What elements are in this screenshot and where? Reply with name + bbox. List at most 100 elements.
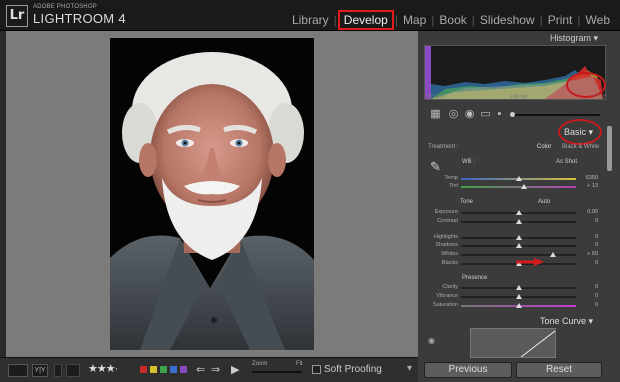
module-bar: Lr ADOBE PHOTOSHOP LIGHTROOM 4 Library |… [0,0,620,31]
tone-label: Tone [460,199,474,205]
brand-subtitle: ADOBE PHOTOSHOP [33,4,97,10]
contrast-slider-thumb[interactable] [515,219,522,224]
module-slideshow[interactable]: Slideshow [476,13,539,27]
previous-photo-icon[interactable]: ⇐ [196,363,205,376]
crop-overlay-icon[interactable]: ▦ [430,109,441,120]
wb-label: WB : [462,159,475,165]
white-balance-dropper-icon[interactable]: ✎ [430,159,441,175]
rating-stars[interactable]: ★★★· [88,362,118,375]
highlights-value[interactable]: 0 [582,234,598,240]
color-label-red[interactable] [140,366,147,373]
module-book[interactable]: Book [435,13,470,27]
highlights-label: Highlights [433,234,458,240]
iso-value: ISO 100 [426,94,445,100]
module-library[interactable]: Library [288,13,333,27]
module-web[interactable]: Web [582,13,614,27]
wb-value[interactable]: As Shot [556,159,577,165]
module-develop[interactable]: Develop [337,10,394,30]
annotation-circle-basic [558,119,602,145]
play-icon[interactable]: ▶ [231,363,239,376]
before-after-mode-icon[interactable] [54,364,62,377]
zoom-slider[interactable] [252,371,302,373]
clarity-label: Clarity [442,284,458,290]
loupe-view-button[interactable] [8,364,28,377]
saturation-slider-thumb[interactable] [515,303,522,308]
left-panel-collapsed[interactable] [0,31,6,357]
contrast-value[interactable]: 0 [582,218,598,224]
before-after-button[interactable]: Y|Y [32,364,48,377]
panel-scrollbar[interactable] [607,126,612,171]
blacks-value[interactable]: 0 [582,260,598,266]
lightroom-logo-icon: Lr [6,5,28,27]
tone-curve-header[interactable]: Tone Curve ▾ [540,316,593,327]
brand-title: LIGHTROOM 4 [33,11,126,26]
color-label-yellow[interactable] [150,366,157,373]
treatment-color-option[interactable]: Color [537,144,551,150]
whites-slider[interactable] [461,254,576,256]
bottom-toolbar: Y|Y ★★★· ⇐ ⇒ ▶ Zoom Fit Soft Proofing ▾ [0,357,418,382]
clarity-slider-thumb[interactable] [515,285,522,290]
tint-slider[interactable] [461,186,576,188]
color-label-green[interactable] [160,366,167,373]
swap-settings-icon[interactable] [66,364,80,377]
shadows-slider-thumb[interactable] [515,243,522,248]
whites-label: Whites [441,251,458,257]
tint-slider-thumb[interactable] [521,184,528,189]
treatment-bw-option[interactable]: Black & White [562,144,599,150]
module-picker: Library | Develop | Map | Book | Slidesh… [288,10,614,30]
treatment-label: Treatment : [428,144,459,150]
exposure-value[interactable]: 0.00 [582,209,598,215]
previous-button[interactable]: Previous [424,362,512,378]
red-eye-icon[interactable]: ◉ [464,109,475,120]
vibrance-slider-thumb[interactable] [515,294,522,299]
saturation-value[interactable]: 0 [582,302,598,308]
graduated-filter-icon[interactable]: ▭ [480,109,491,120]
tint-value[interactable]: + 13 [582,183,598,189]
whites-value[interactable]: + 60 [582,251,598,257]
portrait-image [110,38,314,350]
shutter-value: 1/60 sec [509,94,529,100]
module-map[interactable]: Map [399,13,430,27]
tone-auto-button[interactable]: Auto [538,199,550,205]
next-photo-icon[interactable]: ⇒ [211,363,220,376]
vibrance-value[interactable]: 0 [582,293,598,299]
tone-curve-line [520,330,556,358]
toolbar-menu-chevron-icon[interactable]: ▾ [407,363,412,374]
presence-label: Presence [462,275,488,281]
shadows-label: Shadows [435,242,458,248]
clarity-value[interactable]: 0 [582,284,598,290]
shadows-value[interactable]: 0 [582,242,598,248]
contrast-label: Contrast [437,218,458,224]
soft-proofing-label: Soft Proofing [324,364,382,375]
saturation-label: Saturation [432,302,458,308]
adjustment-brush-track[interactable] [512,114,600,116]
temp-slider-thumb[interactable] [515,176,522,181]
exposure-slider-thumb[interactable] [515,210,522,215]
vibrance-label: Vibrance [436,293,458,299]
aperture-value: f / 2.8 [593,94,606,100]
whites-slider-thumb[interactable] [550,252,556,257]
histogram-header[interactable]: Histogram ▾ [418,33,612,45]
temp-label: Temp [444,175,458,181]
temp-value[interactable]: 6350 [582,175,598,181]
collapse-triangle-icon[interactable]: ▾ [593,33,598,43]
reset-button[interactable]: Reset [516,362,602,378]
portrait-photo[interactable] [110,38,314,350]
highlights-slider-thumb[interactable] [515,235,522,240]
spot-removal-icon[interactable]: ◎ [448,109,459,120]
target-adjust-icon[interactable]: ◉ [428,336,435,345]
radial-filter-icon[interactable]: ▪ [494,109,505,120]
zoom-label: Zoom [252,361,268,367]
soft-proofing-checkbox[interactable] [312,365,321,374]
tone-curve-graph[interactable] [470,328,556,358]
tone-curve-title: Tone Curve [540,316,587,326]
collapse-triangle-icon[interactable]: ▾ [589,316,594,326]
blacks-label: Blacks [441,260,458,266]
lightroom-window: Lr ADOBE PHOTOSHOP LIGHTROOM 4 Library |… [0,0,620,382]
adjustment-brush-icon[interactable] [510,112,515,117]
color-label-blue[interactable] [170,366,177,373]
module-print[interactable]: Print [544,13,577,27]
color-label-purple[interactable] [180,366,187,373]
annotation-red-arrow-icon [516,258,544,266]
histogram-title: Histogram [549,33,591,43]
